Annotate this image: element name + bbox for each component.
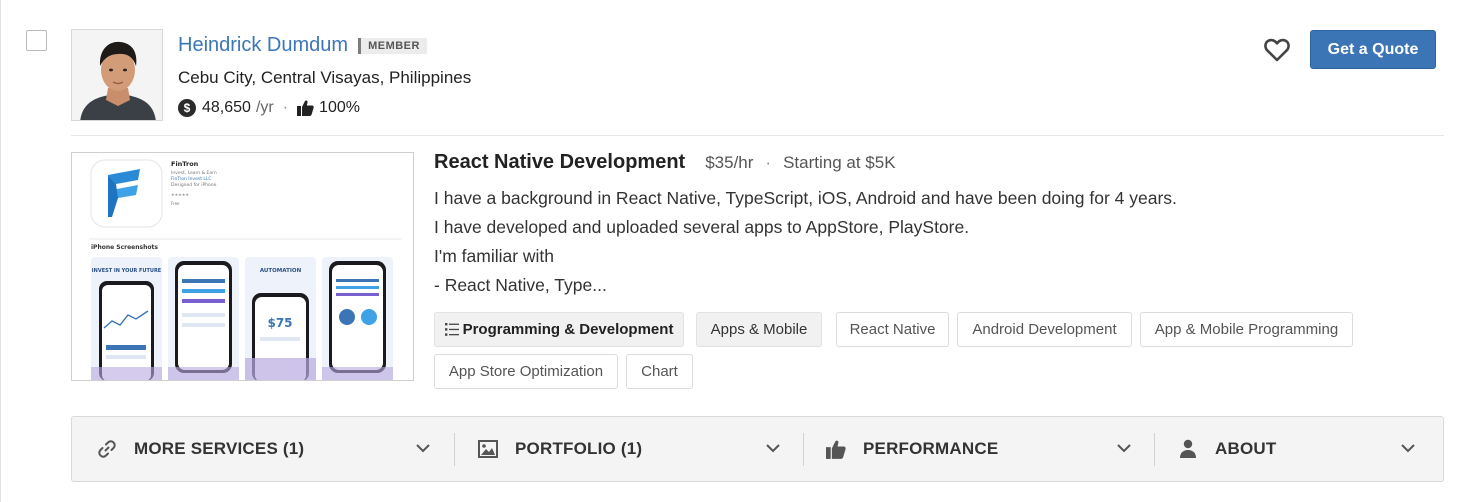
link-icon [96,438,118,460]
freelancer-name[interactable]: Heindrick Dumdum [178,34,348,57]
chevron-down-icon [766,444,780,453]
avatar-photo [72,30,162,120]
earnings-unit: /yr [255,99,274,116]
screenshots-label: iPhone Screenshots [91,244,158,251]
svg-text:AUTOMATION: AUTOMATION [260,268,302,274]
thumbs-up-icon [825,438,847,460]
screen-1: INVEST IN YOUR FUTURE [91,257,162,380]
description-line: I'm familiar with [434,246,555,266]
description-line: - React Native, Type... [434,275,607,295]
service-description: I have a background in React Native, Typ… [434,184,1177,300]
tab-more-services[interactable]: MORE SERVICES (1) [96,417,454,481]
app-store-screenshot: FinTron Invest, Learn & Earn FinTron Inv… [72,153,413,380]
get-a-quote-button[interactable]: Get a Quote [1310,30,1436,69]
tag-app-store-optimization[interactable]: App Store Optimization [434,354,618,389]
service-rate: $35/hr [705,153,754,172]
select-checkbox[interactable] [26,30,47,51]
tab-performance[interactable]: PERFORMANCE [825,417,1155,481]
tab-separator [454,433,455,466]
rating-value: 100% [319,99,360,116]
thumbs-up-icon [297,100,314,116]
heart-outline-icon[interactable] [1263,36,1291,64]
chevron-down-icon [1117,444,1131,453]
tag-programming-development[interactable]: Programming & Development [434,312,684,347]
tag-apps-mobile[interactable]: Apps & Mobile [696,312,822,347]
svg-text:INVEST IN YOUR FUTURE: INVEST IN YOUR FUTURE [92,268,162,274]
app-line-1: Invest, Learn & Earn [171,170,217,176]
tag-react-native[interactable]: React Native [836,312,949,347]
tab-separator [803,433,804,466]
service-preview-image[interactable]: FinTron Invest, Learn & Earn FinTron Inv… [71,152,414,381]
tag-android-development[interactable]: Android Development [957,312,1132,347]
freelancer-location: Cebu City, Central Visayas, Philippines [178,68,472,87]
service-title[interactable]: React Native Development [434,151,685,174]
app-line-3: Designed for iPhone [171,182,217,188]
list-icon [444,323,459,336]
chevron-down-icon [416,444,430,453]
app-name: FinTron [171,160,199,168]
name-row: Heindrick Dumdum MEMBER [178,34,427,57]
chevron-down-icon [1401,444,1415,453]
tag-label: Programming & Development [462,321,674,338]
avatar[interactable] [71,29,163,121]
tab-about[interactable]: ABOUT [1177,417,1422,481]
screen-2 [168,257,239,380]
screen-4 [322,257,393,380]
tab-label: ABOUT [1215,439,1277,458]
description-line: I have developed and uploaded several ap… [434,217,970,237]
left-border [0,0,1,502]
section-divider [71,135,1444,136]
svg-text:$75: $75 [267,316,292,330]
screen-3: AUTOMATION $75 [245,257,316,380]
details-tab-bar: MORE SERVICES (1) PORTFOLIO (1) PERFORMA… [71,416,1444,482]
image-icon [477,438,499,460]
dollar-icon: $ [178,99,196,117]
tab-portfolio[interactable]: PORTFOLIO (1) [477,417,804,481]
tab-label: PERFORMANCE [863,439,999,458]
tab-separator [1154,433,1155,466]
tab-label: MORE SERVICES (1) [134,439,305,458]
service-separator: · [765,153,772,172]
tag-app-mobile-programming[interactable]: App & Mobile Programming [1140,312,1353,347]
service-header: React Native Development $35/hr · Starti… [434,151,896,174]
tab-label: PORTFOLIO (1) [515,439,643,458]
svg-text:Free: Free [171,201,180,206]
user-icon [1177,438,1199,460]
earnings-value: 48,650 [202,99,251,116]
svg-text:★★★★★: ★★★★★ [171,192,189,197]
app-line-2: FinTron Invest LLC [171,176,212,182]
stats-separator: · [282,99,289,116]
member-badge: MEMBER [358,37,427,54]
freelancer-stats: $ 48,650 /yr · 100% [178,99,360,117]
description-line: I have a background in React Native, Typ… [434,188,1177,208]
service-starting-price: Starting at $5K [783,153,896,172]
tag-chart[interactable]: Chart [626,354,693,389]
